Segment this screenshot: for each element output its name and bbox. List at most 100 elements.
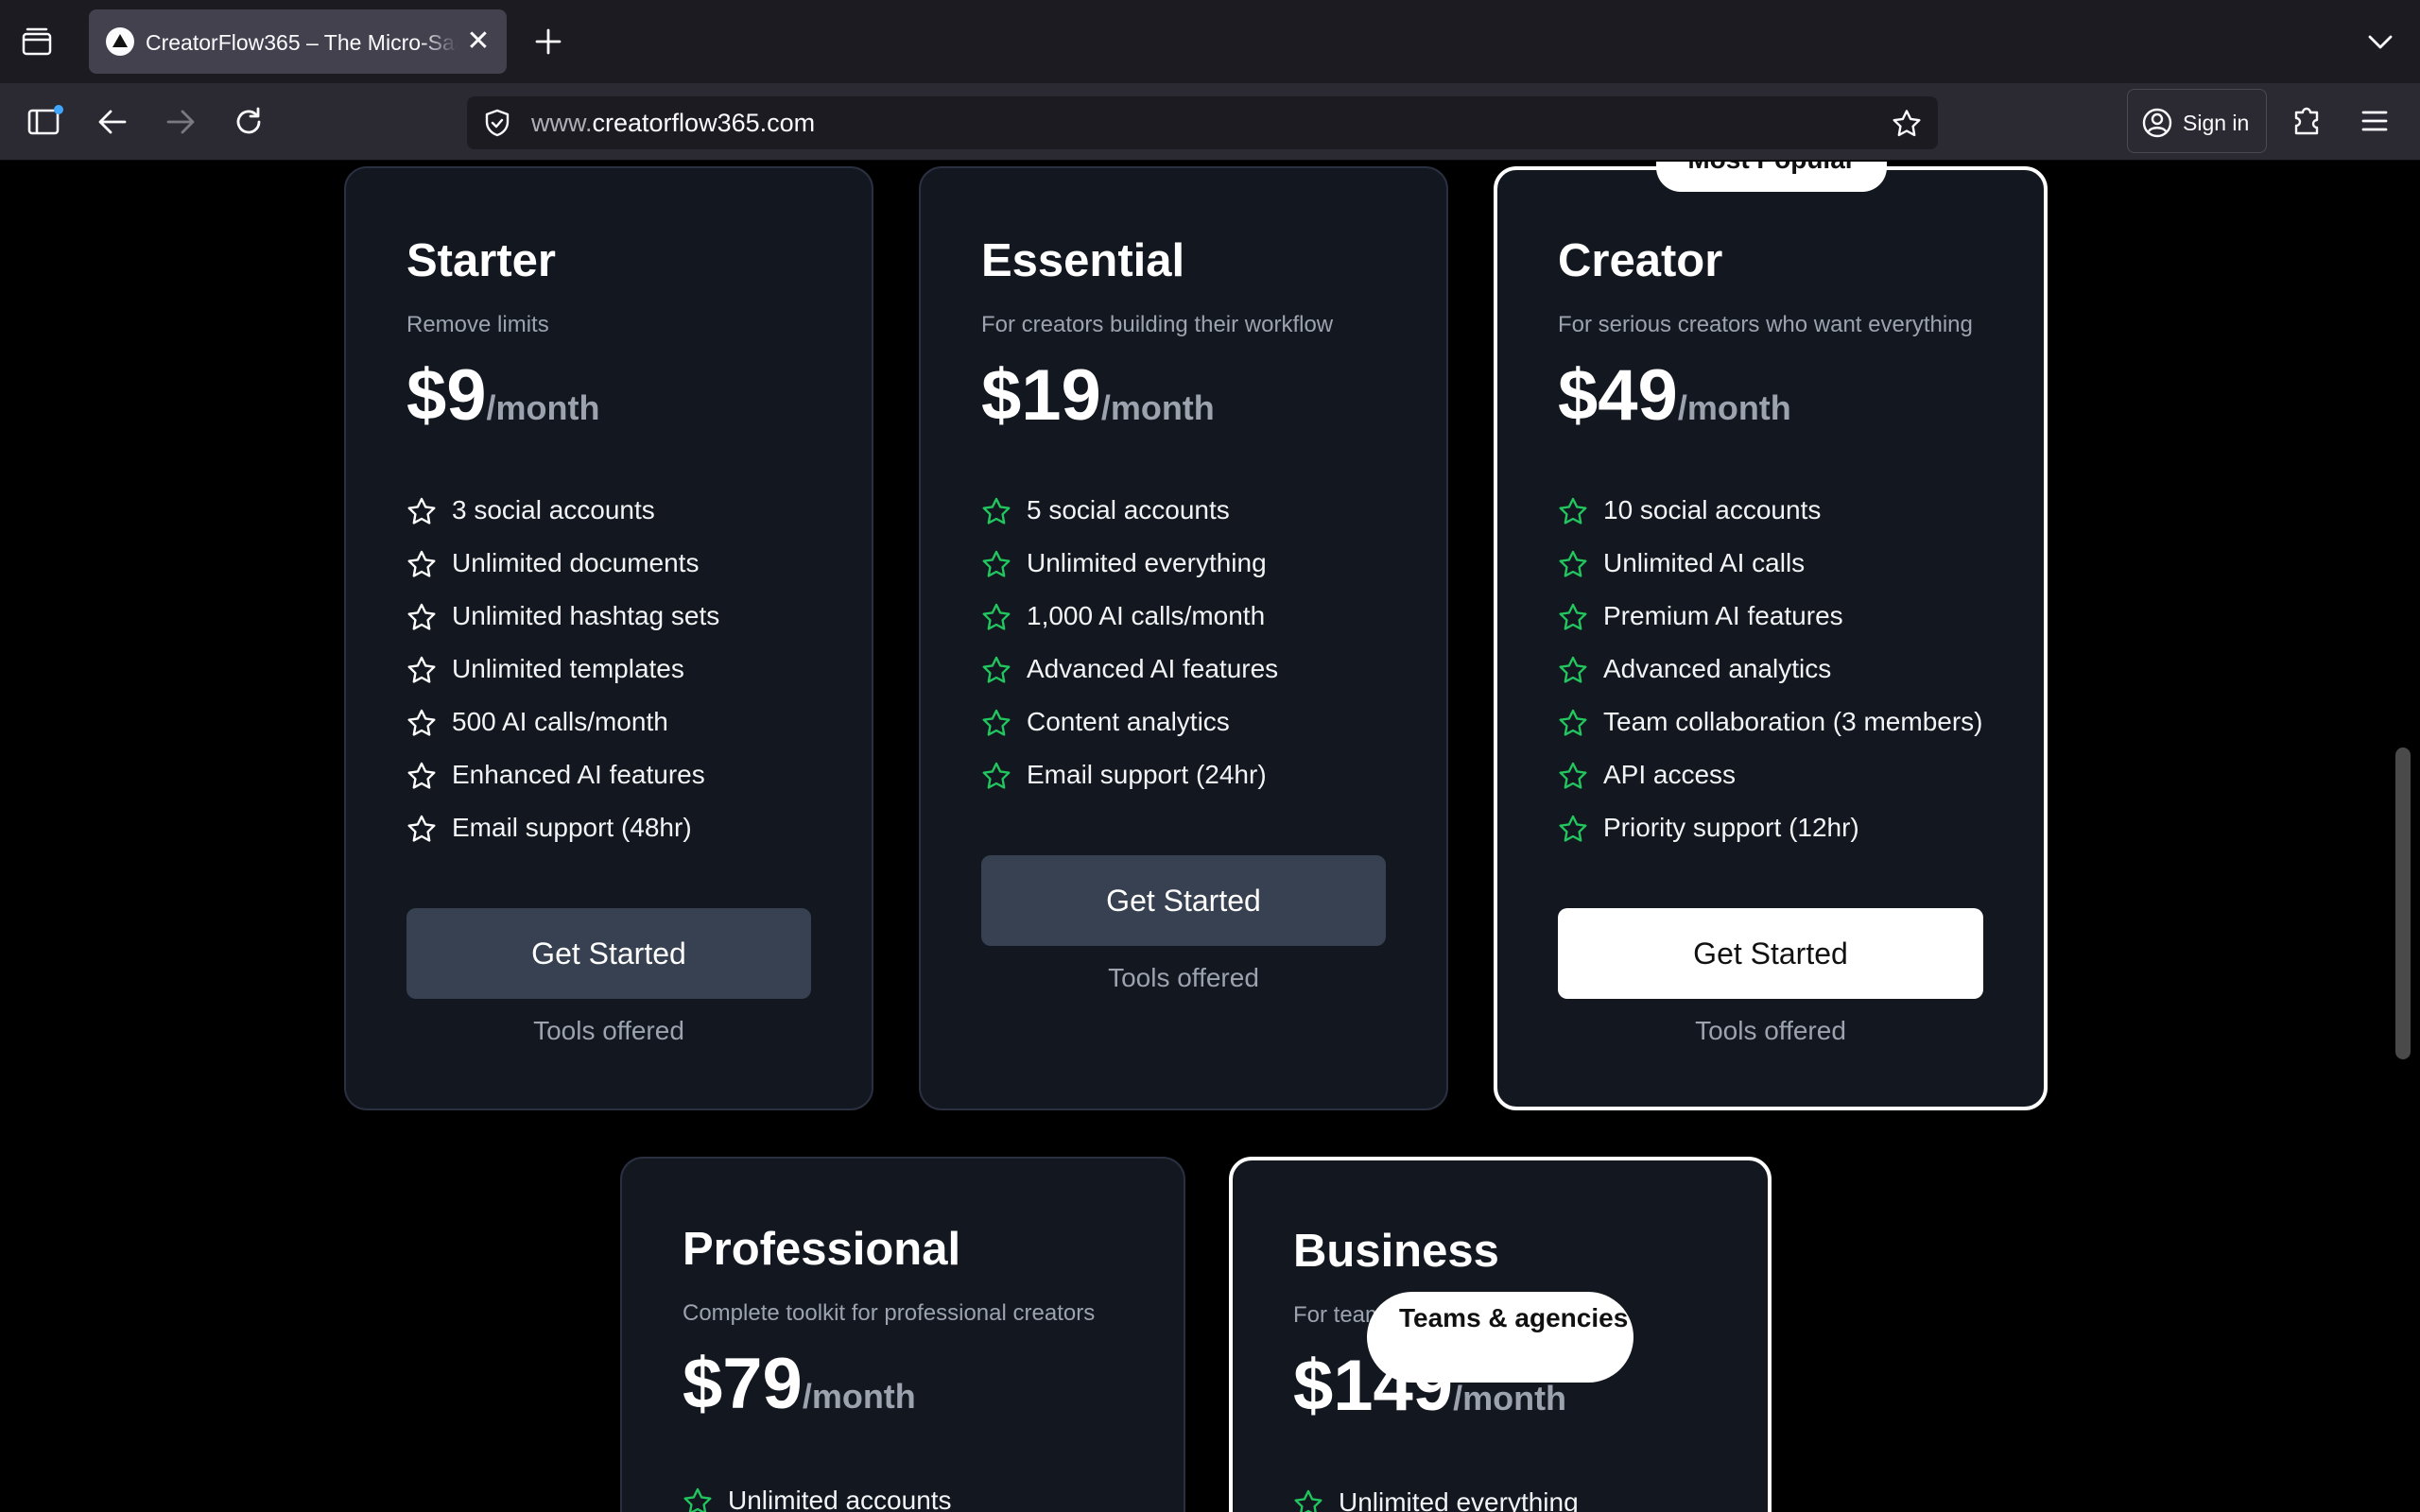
close-tab-icon[interactable]: ✕ <box>463 26 493 57</box>
feature-label: Advanced AI features <box>1027 654 1279 683</box>
feature-item: Enhanced AI features <box>406 748 719 801</box>
plan-description: For creators building their workflow <box>981 312 1334 337</box>
feature-label: Email support (48hr) <box>452 813 692 842</box>
price-amount: $79 <box>683 1344 803 1424</box>
feature-label: Unlimited accounts <box>728 1486 952 1512</box>
feature-label: Premium AI features <box>1603 601 1843 630</box>
feature-list: 5 social accounts Unlimited everything 1… <box>981 484 1278 801</box>
feature-label: Advanced analytics <box>1603 654 1832 683</box>
sidebar-toggle-icon[interactable] <box>23 100 66 144</box>
green-star-icon <box>982 497 1011 524</box>
browser-tab-bar: CreatorFlow365 – The Micro-SaaS Stack fo… <box>0 0 2420 83</box>
feature-item: Unlimited everything <box>1293 1476 1579 1512</box>
get-started-button[interactable]: Get Started <box>406 908 811 999</box>
plan-description: For serious creators who want everything <box>1558 312 1973 337</box>
green-star-icon <box>982 603 1011 630</box>
feature-list: 3 social accounts Unlimited documents Un… <box>406 484 719 854</box>
plan-description: Remove limits <box>406 312 549 337</box>
green-star-icon <box>1559 497 1587 524</box>
new-tab-icon[interactable] <box>529 23 567 60</box>
feature-label: Unlimited AI calls <box>1603 548 1806 577</box>
plan-price: $9/month <box>406 353 600 451</box>
feature-item: Unlimited accounts <box>683 1474 952 1512</box>
feature-item: 1,000 AI calls/month <box>981 590 1278 643</box>
green-star-icon <box>1559 815 1587 842</box>
back-arrow-icon[interactable] <box>91 100 134 144</box>
url-text: www.creatorflow365.com <box>531 108 815 138</box>
tools-offered-link[interactable]: Tools offered <box>1558 1014 1983 1048</box>
get-started-button[interactable]: Get Started <box>981 855 1386 946</box>
feature-item: 500 AI calls/month <box>406 696 719 748</box>
feature-item: 10 social accounts <box>1558 484 1983 537</box>
plan-price: $49/month <box>1558 353 1791 451</box>
price-period: /month <box>1677 388 1791 427</box>
feature-item: 3 social accounts <box>406 484 719 537</box>
page-viewport: Starter Remove limits $9/month 3 social … <box>0 162 2420 1512</box>
feature-item: Unlimited documents <box>406 537 719 590</box>
feature-label: 10 social accounts <box>1603 495 1822 524</box>
feature-label: Content analytics <box>1027 707 1230 736</box>
feature-list: Unlimited everything <box>1293 1476 1579 1512</box>
feature-label: Team collaboration (3 members) <box>1603 707 1983 736</box>
hamburger-menu-icon[interactable] <box>2356 102 2394 140</box>
feature-item: Team collaboration (3 members) <box>1558 696 1983 748</box>
url-prefix: www. <box>531 109 593 137</box>
star-outline-icon <box>407 550 436 577</box>
forward-arrow-icon[interactable] <box>159 100 202 144</box>
get-started-button[interactable]: Get Started <box>1558 908 1983 999</box>
bookmark-star-icon[interactable] <box>1891 108 1923 140</box>
star-outline-icon <box>407 709 436 736</box>
plan-price: $79/month <box>683 1342 916 1439</box>
feature-label: 1,000 AI calls/month <box>1027 601 1266 630</box>
reload-icon[interactable] <box>227 100 270 144</box>
tools-offered-link[interactable]: Tools offered <box>981 961 1386 995</box>
price-amount: $49 <box>1558 355 1678 436</box>
green-star-icon <box>982 656 1011 683</box>
tab-overview-icon[interactable] <box>21 26 53 57</box>
feature-label: Unlimited everything <box>1339 1487 1579 1512</box>
plan-card-essential: Essential For creators building their wo… <box>919 166 1448 1110</box>
price-amount: $9 <box>406 355 487 436</box>
plan-name: Professional <box>683 1224 961 1275</box>
browser-nav-bar: www.creatorflow365.com Sign in <box>0 83 2420 161</box>
feature-label: 5 social accounts <box>1027 495 1230 524</box>
chevron-down-icon[interactable] <box>2363 25 2397 59</box>
tools-offered-link[interactable]: Tools offered <box>406 1014 811 1048</box>
star-outline-icon <box>407 603 436 630</box>
extensions-puzzle-icon[interactable] <box>2288 102 2327 142</box>
plan-card-creator: Creator For serious creators who want ev… <box>1494 166 2048 1110</box>
page-scrollbar-thumb[interactable] <box>2395 747 2411 1059</box>
plan-name: Starter <box>406 235 556 286</box>
feature-list: 10 social accounts Unlimited AI calls Pr… <box>1558 484 1983 854</box>
sign-in-button[interactable]: Sign in <box>2127 89 2267 153</box>
feature-item: Content analytics <box>981 696 1278 748</box>
plan-name: Essential <box>981 235 1185 286</box>
feature-label: Unlimited documents <box>452 548 700 577</box>
address-bar[interactable]: www.creatorflow365.com <box>467 96 1938 149</box>
feature-label: Unlimited everything <box>1027 548 1267 577</box>
feature-label: 3 social accounts <box>452 495 655 524</box>
price-period: /month <box>1453 1379 1567 1418</box>
green-star-icon <box>982 709 1011 736</box>
green-star-icon <box>982 550 1011 577</box>
browser-tab-active[interactable]: CreatorFlow365 – The Micro-SaaS Stack fo… <box>89 9 507 74</box>
price-period: /month <box>1100 388 1215 427</box>
feature-item: Email support (24hr) <box>981 748 1278 801</box>
tracking-protection-shield-icon[interactable] <box>482 108 512 138</box>
star-outline-icon <box>407 656 436 683</box>
feature-item: Email support (48hr) <box>406 801 719 854</box>
green-star-icon <box>1559 709 1587 736</box>
green-star-icon <box>683 1487 712 1512</box>
feature-label: 500 AI calls/month <box>452 707 668 736</box>
most-popular-badge: Most Popular <box>1656 162 1887 192</box>
sign-in-label: Sign in <box>2183 111 2250 135</box>
feature-item: Advanced AI features <box>981 643 1278 696</box>
price-amount: $19 <box>981 355 1101 436</box>
feature-label: API access <box>1603 760 1737 789</box>
green-star-icon <box>1559 550 1587 577</box>
feature-label: Unlimited templates <box>452 654 684 683</box>
feature-item: Unlimited everything <box>981 537 1278 590</box>
star-outline-icon <box>407 497 436 524</box>
site-favicon-icon <box>106 27 134 56</box>
feature-label: Enhanced AI features <box>452 760 705 789</box>
